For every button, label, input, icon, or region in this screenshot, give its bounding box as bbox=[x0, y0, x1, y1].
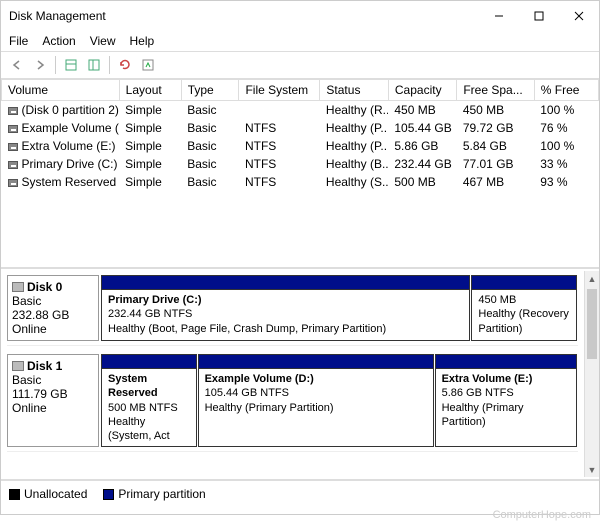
column-header[interactable]: File System bbox=[239, 80, 320, 101]
partition[interactable]: 450 MBHealthy (Recovery Partition) bbox=[471, 275, 577, 341]
scroll-up-icon[interactable]: ▲ bbox=[585, 271, 599, 286]
menu-help[interactable]: Help bbox=[130, 34, 155, 48]
minimize-button[interactable] bbox=[479, 2, 519, 30]
drive-icon bbox=[8, 161, 18, 169]
drive-icon bbox=[8, 179, 18, 187]
disk-graphical-view[interactable]: Disk 0Basic232.88 GBOnlinePrimary Drive … bbox=[1, 269, 599, 479]
scroll-thumb[interactable] bbox=[587, 289, 597, 359]
disk-row: Disk 1Basic111.79 GBOnlineSystem Reserve… bbox=[7, 354, 578, 452]
drive-icon bbox=[8, 107, 18, 115]
partition[interactable]: Extra Volume (E:)5.86 GB NTFSHealthy (Pr… bbox=[435, 354, 577, 447]
maximize-button[interactable] bbox=[519, 2, 559, 30]
drive-icon bbox=[8, 143, 18, 151]
disk-row: Disk 0Basic232.88 GBOnlinePrimary Drive … bbox=[7, 275, 578, 346]
menu-action[interactable]: Action bbox=[42, 34, 75, 48]
column-header[interactable]: % Free bbox=[534, 80, 598, 101]
disk-icon bbox=[12, 282, 24, 292]
drive-icon bbox=[8, 125, 18, 133]
column-header[interactable]: Layout bbox=[119, 80, 181, 101]
column-header[interactable]: Status bbox=[320, 80, 388, 101]
legend-unallocated: Unallocated bbox=[9, 487, 87, 501]
column-header[interactable]: Capacity bbox=[388, 80, 456, 101]
partition[interactable]: System Reserved500 MB NTFSHealthy (Syste… bbox=[101, 354, 197, 447]
scroll-down-icon[interactable]: ▼ bbox=[585, 462, 599, 477]
volume-row[interactable]: Primary Drive (C:)SimpleBasicNTFSHealthy… bbox=[2, 155, 599, 173]
layout-button-1[interactable] bbox=[61, 55, 81, 75]
window-title: Disk Management bbox=[9, 9, 479, 23]
refresh-button[interactable] bbox=[115, 55, 135, 75]
volume-list[interactable]: VolumeLayoutTypeFile SystemStatusCapacit… bbox=[1, 79, 599, 269]
toolbar bbox=[1, 52, 599, 79]
layout-button-2[interactable] bbox=[84, 55, 104, 75]
column-header[interactable]: Volume bbox=[2, 80, 120, 101]
disk-icon bbox=[12, 361, 24, 371]
partition[interactable]: Primary Drive (C:)232.44 GB NTFSHealthy … bbox=[101, 275, 470, 341]
volume-row[interactable]: (Disk 0 partition 2)SimpleBasicHealthy (… bbox=[2, 101, 599, 120]
disk-info[interactable]: Disk 1Basic111.79 GBOnline bbox=[7, 354, 99, 447]
menubar: File Action View Help bbox=[1, 31, 599, 52]
disk-info[interactable]: Disk 0Basic232.88 GBOnline bbox=[7, 275, 99, 341]
volume-row[interactable]: Example Volume (...SimpleBasicNTFSHealth… bbox=[2, 119, 599, 137]
volume-row[interactable]: Extra Volume (E:)SimpleBasicNTFSHealthy … bbox=[2, 137, 599, 155]
legend: Unallocated Primary partition bbox=[1, 479, 599, 507]
watermark: ComputerHope.com bbox=[1, 507, 599, 523]
properties-button[interactable] bbox=[138, 55, 158, 75]
forward-button[interactable] bbox=[30, 55, 50, 75]
legend-primary: Primary partition bbox=[103, 487, 205, 501]
scrollbar[interactable]: ▲ ▼ bbox=[584, 271, 599, 477]
back-button[interactable] bbox=[7, 55, 27, 75]
menu-view[interactable]: View bbox=[90, 34, 116, 48]
close-button[interactable] bbox=[559, 2, 599, 30]
titlebar: Disk Management bbox=[1, 1, 599, 31]
column-header[interactable]: Type bbox=[181, 80, 239, 101]
menu-file[interactable]: File bbox=[9, 34, 28, 48]
column-header[interactable]: Free Spa... bbox=[457, 80, 534, 101]
volume-row[interactable]: System ReservedSimpleBasicNTFSHealthy (S… bbox=[2, 173, 599, 191]
partition[interactable]: Example Volume (D:)105.44 GB NTFSHealthy… bbox=[198, 354, 434, 447]
